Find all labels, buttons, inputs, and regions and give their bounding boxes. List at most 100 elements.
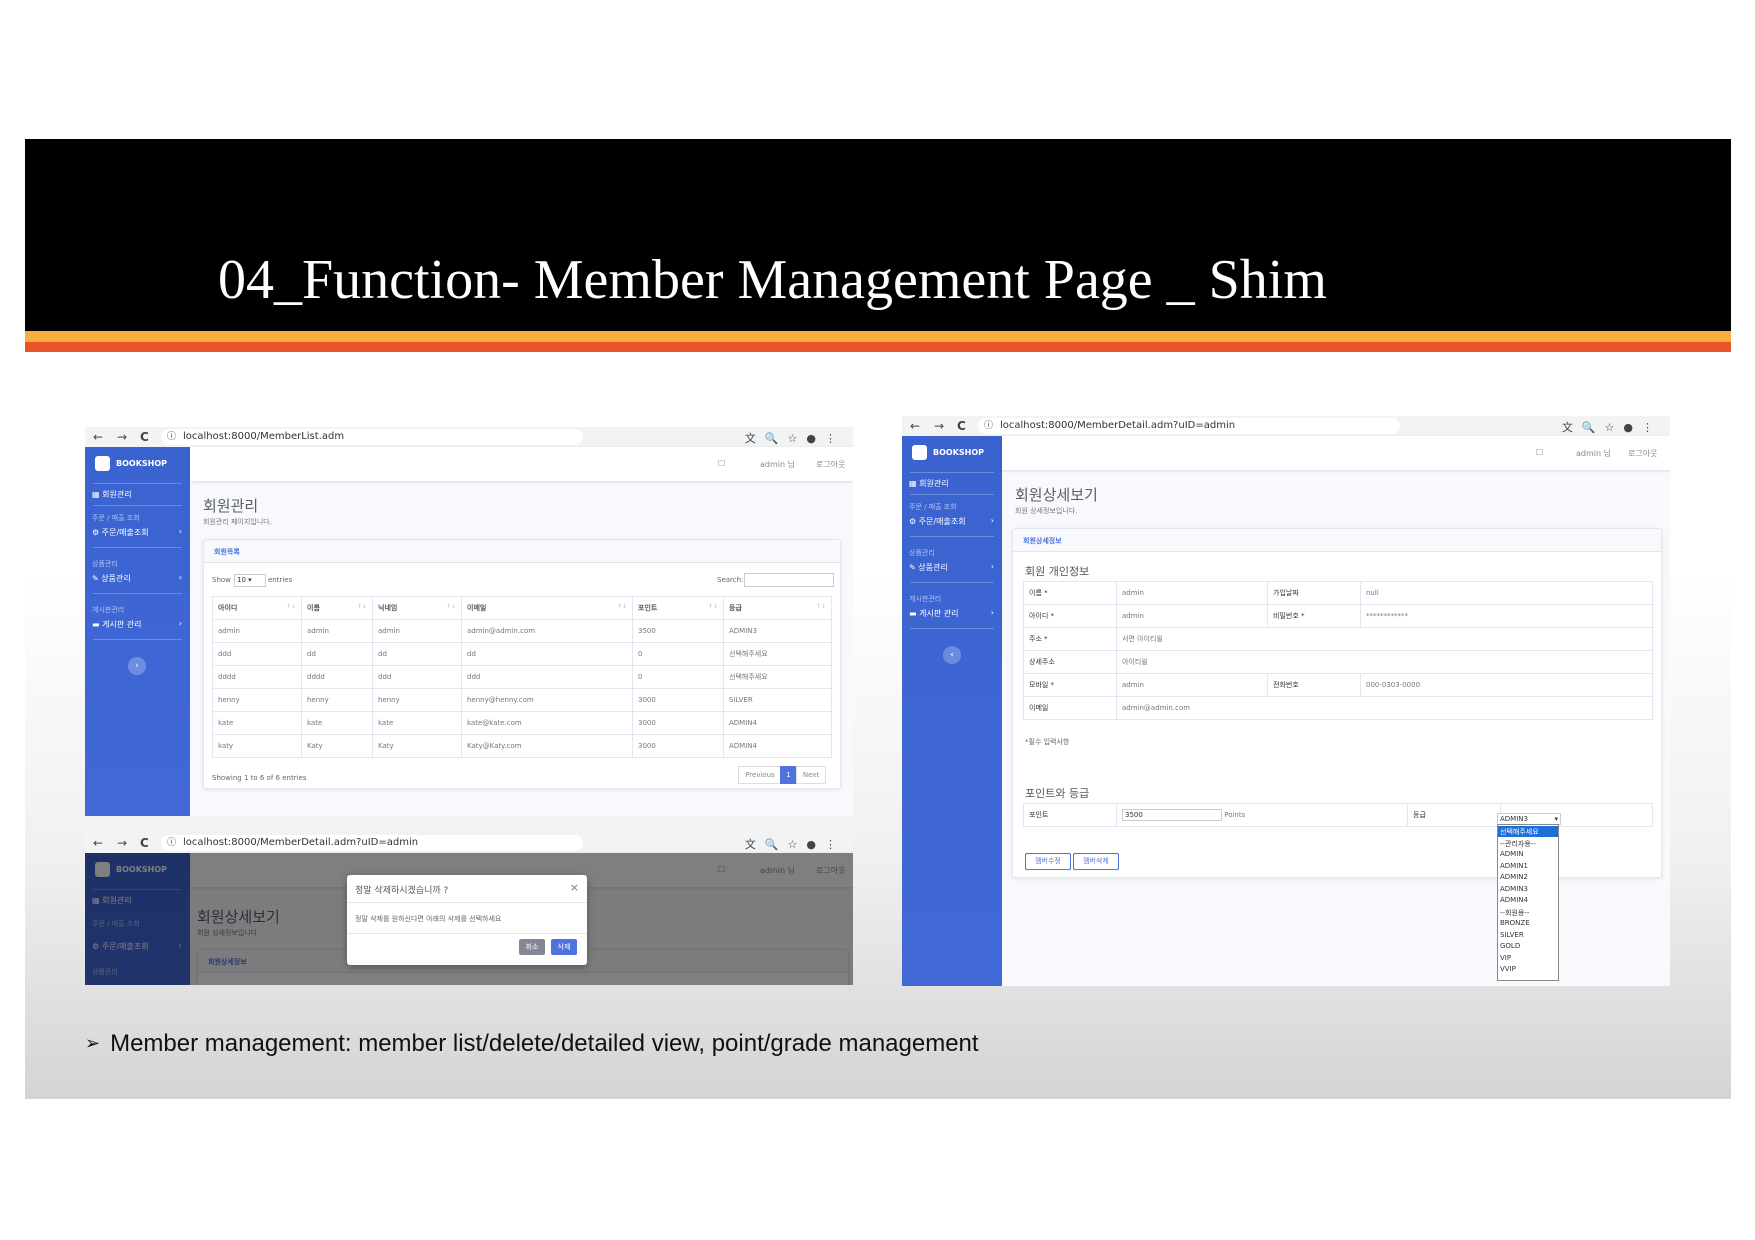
- column-header[interactable]: 이름 ↑↓: [301, 596, 373, 620]
- forward-arrow-icon[interactable]: →: [934, 419, 944, 433]
- mobile-field[interactable]: admin: [1116, 673, 1268, 697]
- url-field[interactable]: ⓘ localhost:8000/MemberDetail.adm?uID=adm…: [161, 835, 583, 851]
- delete-confirm-modal: 정말 삭제하시겠습니까 ? × 정말 삭제를 원하신다면 아래의 삭제를 선택하…: [347, 875, 587, 965]
- close-icon[interactable]: ×: [570, 881, 579, 894]
- book-logo-icon: [95, 456, 110, 471]
- join-date-field[interactable]: null: [1360, 581, 1653, 605]
- url-text: localhost:8000/MemberDetail.adm?uID=admi…: [183, 837, 419, 848]
- modal-title: 정말 삭제하시겠습니까 ?: [355, 886, 449, 896]
- sidebar-item-order[interactable]: ⚙ 주문/매출조회: [909, 516, 966, 527]
- next-page-button[interactable]: Next: [796, 766, 826, 784]
- topbar-user[interactable]: admin 님: [1576, 448, 1611, 459]
- reload-icon[interactable]: C: [140, 836, 149, 850]
- sidebar-item-board[interactable]: ▬ 게시판 관리: [92, 619, 141, 630]
- slide-title: 04_Function- Member Management Page _ Sh…: [218, 249, 1327, 311]
- column-header[interactable]: 아이디 ↑↓: [212, 596, 302, 620]
- search-input[interactable]: [744, 573, 834, 587]
- dropdown-option[interactable]: VVIP: [1500, 965, 1516, 973]
- table-row[interactable]: admin admin admin admin@admin.com 3500 ADMIN3: [212, 619, 832, 643]
- edit-member-button[interactable]: 멤버수정: [1025, 853, 1071, 870]
- id-field[interactable]: admin: [1116, 604, 1268, 628]
- point-grade-heading: 포인트와 등급: [1025, 787, 1090, 800]
- chevron-down-icon: ▾: [1554, 815, 1558, 823]
- message-icon[interactable]: ☐: [718, 459, 725, 468]
- name-field[interactable]: admin: [1116, 581, 1268, 605]
- sidebar-toggle-button[interactable]: ‹: [128, 657, 146, 675]
- column-header[interactable]: 이메일 ↑↓: [461, 596, 633, 620]
- delete-member-button[interactable]: 멤버삭제: [1073, 853, 1119, 870]
- sidebar-item-label: 상품관리: [918, 563, 948, 572]
- sidebar-item-member[interactable]: ▦ 회원관리: [909, 478, 949, 489]
- address-detail-field[interactable]: 아이티윌: [1116, 650, 1653, 674]
- message-icon[interactable]: ☐: [1536, 448, 1543, 457]
- topbar: ☐ admin 님 로그아웃: [190, 447, 853, 481]
- modal-body: 정말 삭제를 원하신다면 아래의 삭제를 선택하세요: [355, 915, 502, 923]
- url-field[interactable]: ⓘ localhost:8000/MemberList.adm: [161, 429, 583, 445]
- column-header[interactable]: 등급 ↑↓: [723, 596, 832, 620]
- dropdown-option[interactable]: ADMIN4: [1500, 896, 1528, 904]
- table-row[interactable]: dddd dddd ddd ddd 0 선택해주세요: [212, 665, 832, 689]
- dropdown-option[interactable]: BRONZE: [1500, 919, 1530, 927]
- cancel-button[interactable]: 취소: [519, 939, 545, 955]
- browser-action-icons[interactable]: 文🔍☆●⋮: [745, 430, 845, 446]
- point-input[interactable]: 3500: [1122, 809, 1222, 821]
- column-header[interactable]: 포인트 ↑↓: [632, 596, 724, 620]
- show-label: Show: [212, 576, 231, 584]
- page-1-button[interactable]: 1: [780, 766, 797, 784]
- field-label: 이름 *: [1023, 581, 1117, 605]
- logout-link[interactable]: 로그아웃: [816, 459, 845, 470]
- member-list-card: 회원목록 Show 10 ▾ entries Search: 아이디 ↑↓ 이름 ↑…: [203, 539, 841, 789]
- dropdown-option[interactable]: ADMIN: [1500, 850, 1524, 858]
- dropdown-option[interactable]: ADMIN2: [1500, 873, 1528, 881]
- topbar-user[interactable]: admin 님: [760, 459, 795, 470]
- sidebar-item-board[interactable]: ▬ 게시판 관리: [909, 608, 958, 619]
- browser-action-icons[interactable]: 文🔍☆●⋮: [745, 836, 845, 852]
- sidebar-item-product[interactable]: ✎ 상품관리: [909, 562, 948, 573]
- field-label: 모바일 *: [1023, 673, 1117, 697]
- sidebar-item-label: 회원관리: [919, 479, 949, 488]
- sidebar-item-order[interactable]: ⚙ 주문/매출조회: [92, 527, 149, 538]
- browser-action-icons[interactable]: 文🔍☆●⋮: [1562, 419, 1662, 435]
- brand[interactable]: BOOKSHOP: [95, 455, 167, 473]
- sidebar-item-member[interactable]: ▦ 회원관리: [92, 489, 132, 500]
- dropdown-option[interactable]: SILVER: [1500, 931, 1524, 939]
- dropdown-option[interactable]: GOLD: [1500, 942, 1520, 950]
- table-row[interactable]: henny henny henny henny@henny.com 3000 SILVER: [212, 688, 832, 712]
- column-header[interactable]: 닉네임 ↑↓: [372, 596, 462, 620]
- back-arrow-icon[interactable]: ←: [93, 430, 103, 444]
- member-table: 아이디 ↑↓ 이름 ↑↓ 닉네임 ↑↓ 이메일 ↑↓ 포인트 ↑↓ 등급 ↑↓ admin a…: [212, 596, 832, 758]
- url-field[interactable]: ⓘ localhost:8000/MemberDetail.adm?uID=adm…: [978, 418, 1400, 434]
- sidebar-item-product[interactable]: ✎ 상품관리: [92, 573, 131, 584]
- table-row[interactable]: katy Katy Katy Katy@Katy.com 3000 ADMIN4: [212, 734, 832, 758]
- back-arrow-icon[interactable]: ←: [93, 836, 103, 850]
- forward-arrow-icon[interactable]: →: [117, 836, 127, 850]
- logout-link[interactable]: 로그아웃: [1628, 448, 1657, 459]
- dropdown-option[interactable]: --회원용--: [1500, 908, 1529, 918]
- reload-icon[interactable]: C: [140, 430, 149, 444]
- brand[interactable]: BOOKSHOP: [912, 444, 984, 462]
- dropdown-option[interactable]: 선택해주세요: [1500, 827, 1539, 837]
- field-label: 전화번호: [1267, 673, 1361, 697]
- form-row: 주소 * 서면 아이티윌: [1023, 627, 1653, 651]
- back-arrow-icon[interactable]: ←: [910, 419, 920, 433]
- entries-select[interactable]: 10 ▾: [234, 574, 266, 587]
- dropdown-option[interactable]: VIP: [1500, 954, 1511, 962]
- address-field[interactable]: 서면 아이티윌: [1116, 627, 1653, 651]
- table-row[interactable]: ddd dd dd dd 0 선택해주세요: [212, 642, 832, 666]
- previous-page-button[interactable]: Previous: [738, 766, 782, 784]
- dropdown-option[interactable]: ADMIN1: [1500, 862, 1528, 870]
- sidebar-heading-board: 게시판관리: [92, 606, 125, 614]
- password-field[interactable]: ************: [1360, 604, 1653, 628]
- grade-selected: ADMIN3: [1500, 815, 1528, 823]
- member-detail-screenshot: ← → C ⓘ localhost:8000/MemberDetail.adm?u…: [902, 416, 1670, 986]
- reload-icon[interactable]: C: [957, 419, 966, 433]
- dropdown-option[interactable]: ADMIN3: [1500, 885, 1528, 893]
- phone-field[interactable]: 000-0303-0000: [1360, 673, 1653, 697]
- table-row[interactable]: kate kate kate kate@kate.com 3000 ADMIN4: [212, 711, 832, 735]
- dropdown-option[interactable]: --관리자용--: [1500, 839, 1536, 849]
- sidebar-toggle-button[interactable]: ‹: [943, 646, 961, 664]
- forward-arrow-icon[interactable]: →: [117, 430, 127, 444]
- delete-button[interactable]: 삭제: [551, 939, 577, 955]
- email-field[interactable]: admin@admin.com: [1116, 696, 1653, 720]
- form-row: 모바일 * admin 전화번호 000-0303-0000: [1023, 673, 1653, 697]
